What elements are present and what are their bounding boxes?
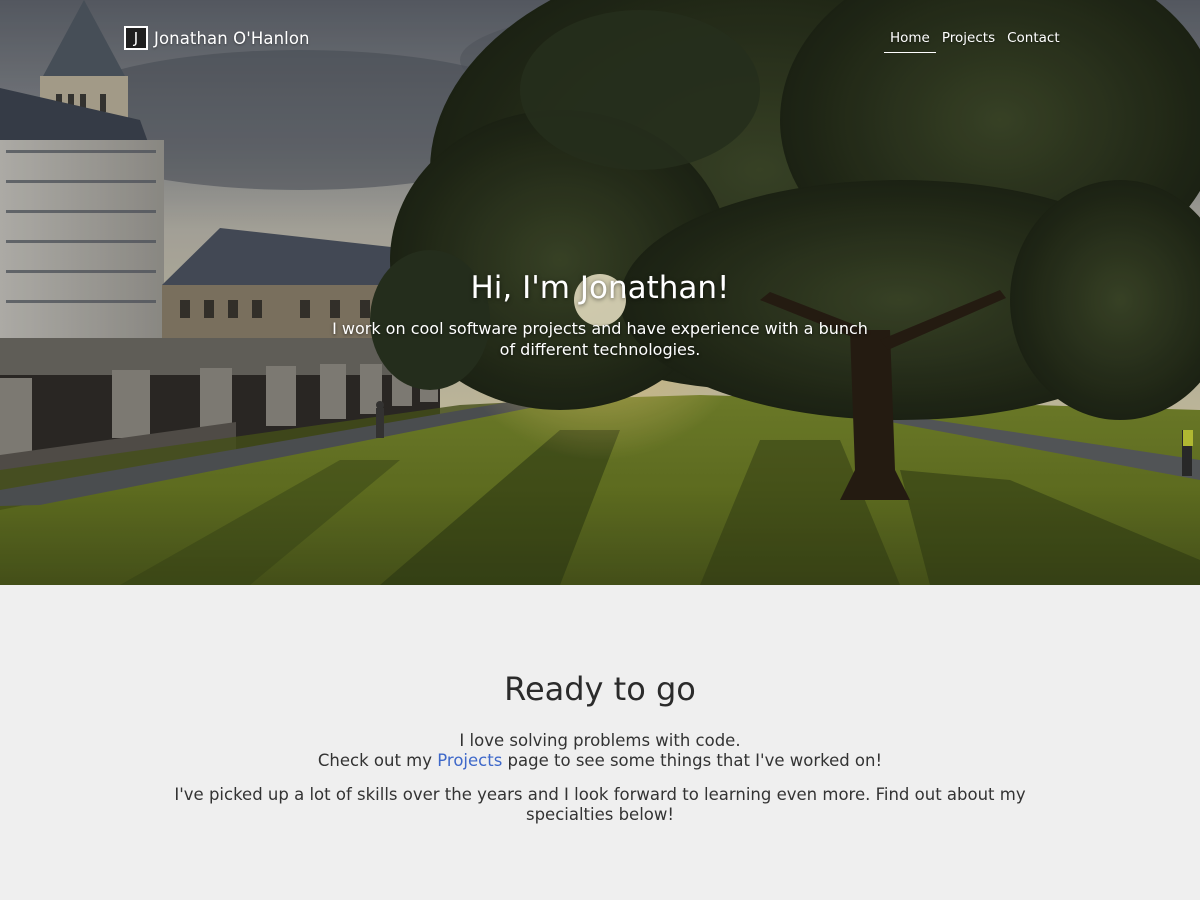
intro-paragraph: I love solving problems with code. Check… <box>0 731 1200 771</box>
hero-section: J Jonathan O'Hanlon Home Projects Contac… <box>0 0 1200 585</box>
nav-link-projects[interactable]: Projects <box>936 30 1001 52</box>
brand-logo-icon: J <box>124 26 148 50</box>
intro-line-2-before: Check out my <box>317 751 438 770</box>
brand-name: Jonathan O'Hanlon <box>154 28 310 48</box>
projects-inline-link[interactable]: Projects <box>437 751 502 770</box>
intro-line-2-after: page to see some things that I've worked… <box>502 751 883 770</box>
nav-link-contact[interactable]: Contact <box>1001 30 1066 52</box>
nav-link-home[interactable]: Home <box>884 30 936 53</box>
hero-title: Hi, I'm Jonathan! <box>470 270 730 306</box>
section-title: Ready to go <box>504 670 696 708</box>
intro-line-1: I love solving problems with code. <box>459 731 741 750</box>
intro-section: Ready to go I love solving problems with… <box>0 585 1200 900</box>
skills-paragraph: I've picked up a lot of skills over the … <box>174 785 1026 824</box>
brand-logo-link[interactable]: J Jonathan O'Hanlon <box>124 26 310 50</box>
hero-subtitle: I work on cool software projects and hav… <box>332 319 868 359</box>
hero-content: Hi, I'm Jonathan! I work on cool softwar… <box>300 266 900 360</box>
nav-links: Home Projects Contact <box>884 30 1066 53</box>
top-navbar: J Jonathan O'Hanlon Home Projects Contac… <box>0 0 1200 80</box>
